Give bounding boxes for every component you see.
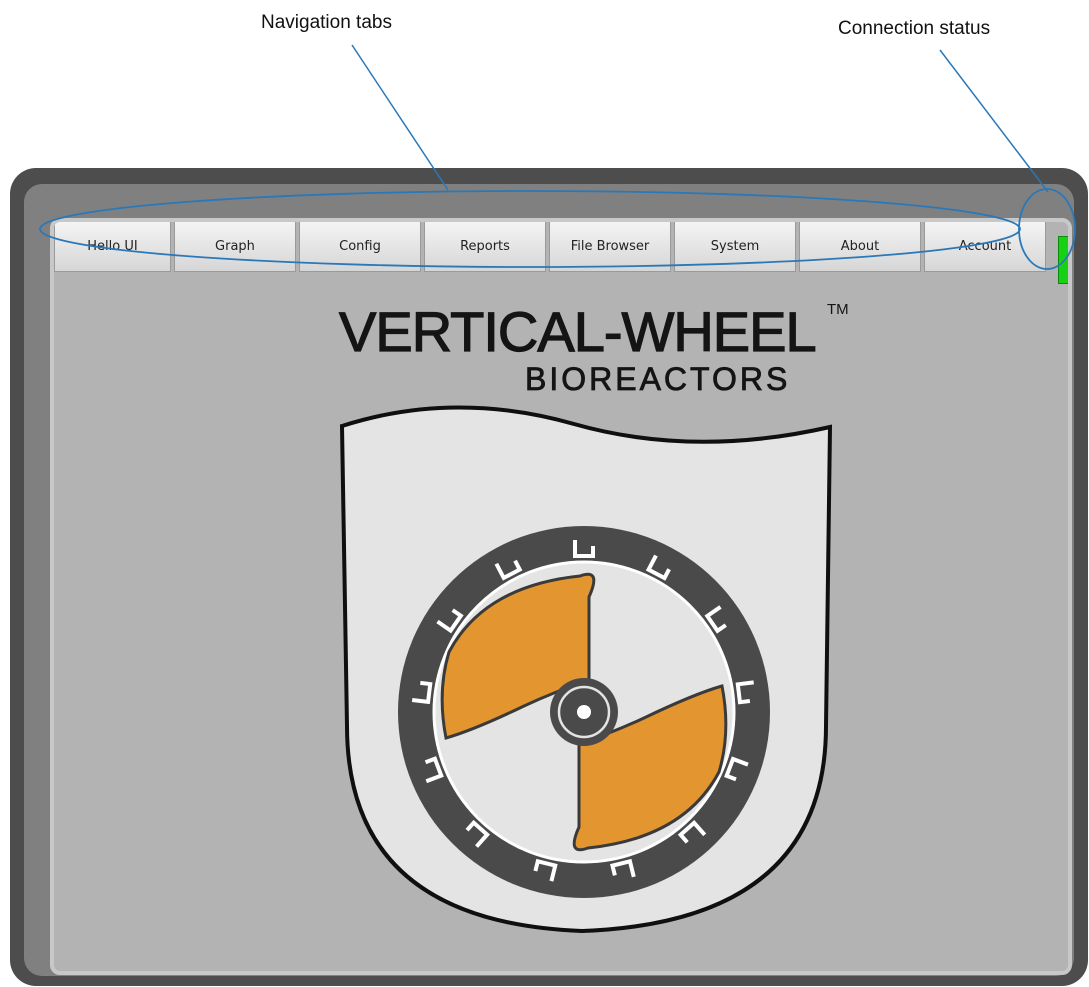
bioreactor-wheel-emblem: [339, 405, 833, 934]
annotation-navigation-tabs: Navigation tabs: [261, 12, 392, 33]
device-frame: Hello UI Graph Config Reports File Brows…: [10, 168, 1088, 986]
device-bezel: Hello UI Graph Config Reports File Brows…: [24, 184, 1074, 976]
annotation-connection-status: Connection status: [838, 18, 991, 39]
wheel-hub-center: [577, 705, 591, 719]
connection-status-indicator: [1058, 236, 1068, 284]
screen: Hello UI Graph Config Reports File Brows…: [50, 218, 1072, 975]
